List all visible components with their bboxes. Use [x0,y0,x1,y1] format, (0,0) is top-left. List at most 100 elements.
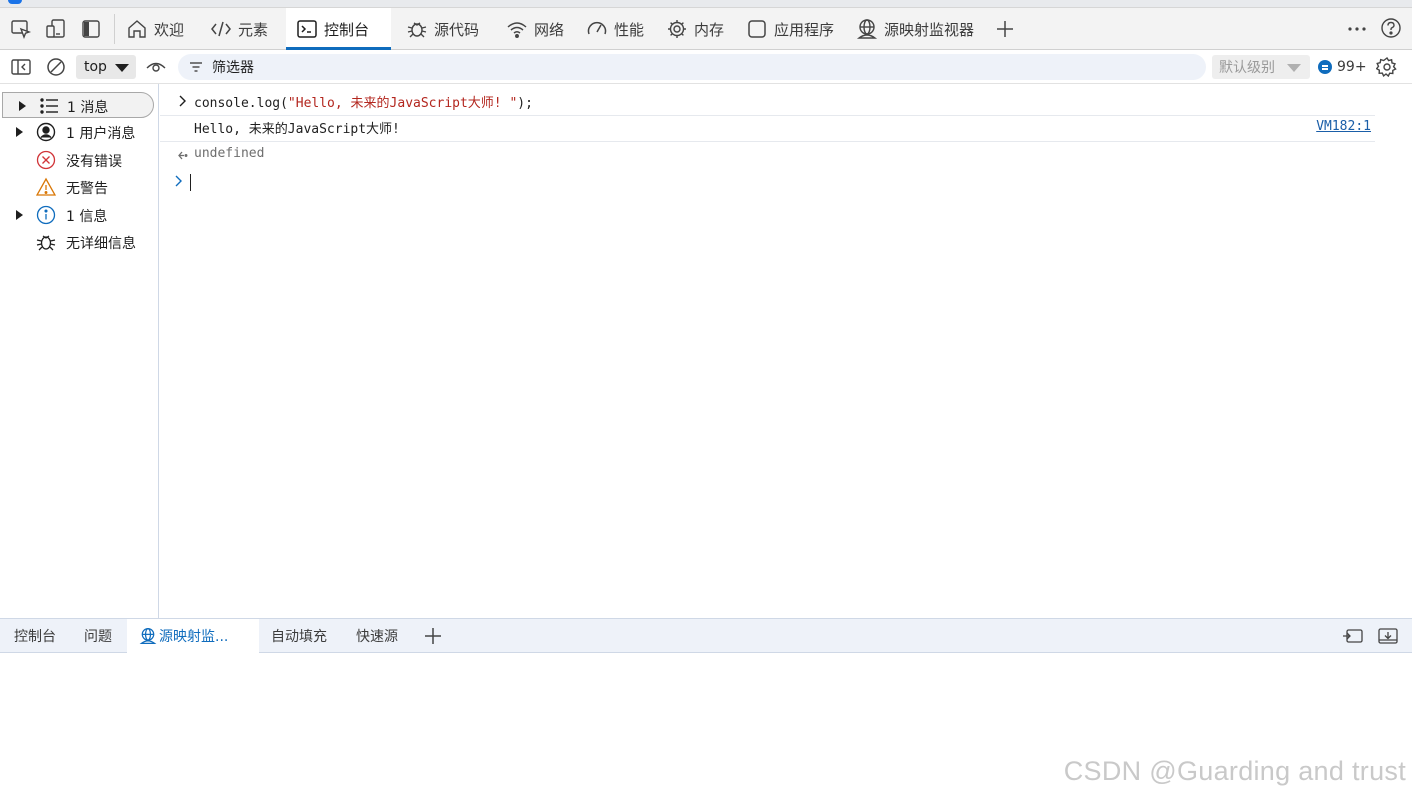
tab-memory[interactable]: 内存 [656,8,734,50]
sidebar-item-user-messages[interactable]: 1 用户消息 [0,119,154,145]
expand-arrow-icon[interactable] [16,127,23,137]
add-drawer-tab-icon[interactable] [424,627,442,645]
show-sidebar-icon[interactable] [10,56,32,78]
drawer-tab-issues[interactable]: 问题 [72,619,124,653]
prompt-chevron-icon [175,175,182,187]
drawer-tab-autofill[interactable]: 自动填充 [259,619,339,653]
chip-icon [668,20,686,38]
sidebar-item-label: 1 消息 [67,100,109,116]
drawer-tab-label: 源映射监... [159,629,229,645]
tab-label: 性能 [614,20,645,39]
sidebar-item-label: 没有错误 [66,154,122,170]
home-icon [128,20,146,38]
text-cursor [190,174,191,191]
expand-arrow-icon[interactable] [16,210,23,220]
sidebar-item-info[interactable]: 1 信息 [0,202,154,228]
clear-console-icon[interactable] [45,56,67,78]
tabbar-separator [114,14,115,44]
drawer-tab-console[interactable]: 控制台 [2,619,68,653]
code-tags-icon [211,21,231,37]
drawer-tab-label: 快速源 [356,629,398,645]
console-icon [297,20,317,38]
error-circle-icon [36,150,56,170]
inspect-element-icon[interactable] [10,18,32,40]
dock-side-icon[interactable] [80,18,102,40]
issues-counter[interactable]: 99+ [1318,57,1367,77]
tab-label: 源映射监视器 [884,20,975,39]
user-circle-icon [36,122,56,142]
log-level-value: 默认级别 [1219,60,1275,76]
sidebar-item-warnings[interactable]: 无警告 [0,174,154,200]
tab-sources[interactable]: 源代码 [396,8,489,50]
context-value: top [84,59,107,75]
csdn-watermark: CSDN @Guarding and trust [1063,756,1406,786]
tab-label: 内存 [694,20,725,39]
issues-chat-icon [1318,60,1332,74]
gauge-icon [587,21,607,35]
tab-sourcemap-monitor[interactable]: 源映射监视器 [846,8,984,50]
globe-person-icon [139,628,157,644]
sidebar-item-label: 1 用户消息 [66,126,136,142]
sidebar-item-errors[interactable]: 没有错误 [0,147,154,173]
chevron-down-icon [1287,64,1301,72]
add-tab-icon[interactable] [994,18,1016,40]
move-to-top-icon[interactable] [1342,627,1364,645]
console-prompt[interactable] [160,172,1375,196]
input-code-string: "Hello, 未来的JavaScript大师! " [287,96,518,111]
more-options-icon[interactable] [1346,18,1368,40]
issues-count: 99+ [1337,59,1367,75]
drawer-tab-label: 控制台 [14,629,56,645]
tab-label: 控制台 [324,20,370,39]
list-icon [40,98,58,114]
tab-label: 源代码 [434,20,480,39]
sidebar-item-label: 无详细信息 [66,236,136,252]
tab-application[interactable]: 应用程序 [736,8,844,50]
device-emulation-icon[interactable] [45,18,67,40]
log-level-select[interactable]: 默认级别 [1212,55,1310,79]
console-input-entry: console.log("Hello, 未来的JavaScript大师! "); [160,92,1375,116]
info-circle-icon [36,205,56,225]
tab-elements[interactable]: 元素 [200,8,278,50]
devtools-tabbar: 欢迎 元素 控制台 源代码 网络 性能 内存 应用程序 源映射监视器 [0,8,1412,50]
drawer-tab-label: 问题 [84,629,112,645]
app-window-icon [748,20,766,38]
log-source-link[interactable]: VM182:1 [1316,119,1371,134]
tab-label: 欢迎 [154,20,185,39]
drawer-tab-quick-source[interactable]: 快速源 [344,619,410,653]
console-result-entry: undefined [160,146,1375,170]
sidebar-item-messages[interactable]: 1 消息 [2,92,154,118]
tab-label: 网络 [534,20,565,39]
result-arrow-icon [178,151,188,160]
chevron-down-icon [115,64,129,72]
bug-icon [407,22,427,38]
filter-icon [190,62,202,72]
tab-console[interactable]: 控制台 [286,8,391,50]
console-output[interactable]: console.log("Hello, 未来的JavaScript大师! ");… [160,84,1412,618]
live-expression-eye-icon[interactable] [145,56,167,78]
tab-network[interactable]: 网络 [496,8,574,50]
sidebar-item-label: 无警告 [66,181,108,197]
tab-label: 元素 [238,20,269,39]
tab-welcome[interactable]: 欢迎 [116,8,194,50]
globe-person-icon [856,19,878,39]
log-message: Hello, 未来的JavaScript大师! [194,122,400,137]
help-icon[interactable] [1380,17,1402,39]
tab-performance[interactable]: 性能 [576,8,654,50]
filter-placeholder: 筛选器 [212,60,254,76]
console-settings-gear-icon[interactable] [1376,56,1398,78]
expand-arrow-icon[interactable] [19,101,26,111]
drawer-tab-sourcemap-monitor[interactable]: 源映射监... [127,619,259,653]
console-sidebar: 1 消息 1 用户消息 没有错误 无警告 1 信息 无详细信息 [0,84,159,618]
filter-input[interactable]: 筛选器 [178,54,1206,80]
close-drawer-icon[interactable] [1377,627,1399,645]
wifi-icon [507,22,527,38]
input-chevron-icon [179,95,186,107]
bug-icon [36,235,56,251]
console-toolbar: top 筛选器 默认级别 99+ [0,50,1412,84]
tab-label: 应用程序 [774,20,835,39]
drawer-tabbar: 控制台 问题 源映射监... 自动填充 快速源 [0,618,1412,653]
input-code-suffix: ); [517,96,533,111]
input-code-prefix: console.log( [194,96,288,111]
context-select[interactable]: top [76,55,136,79]
sidebar-item-verbose[interactable]: 无详细信息 [0,229,154,255]
